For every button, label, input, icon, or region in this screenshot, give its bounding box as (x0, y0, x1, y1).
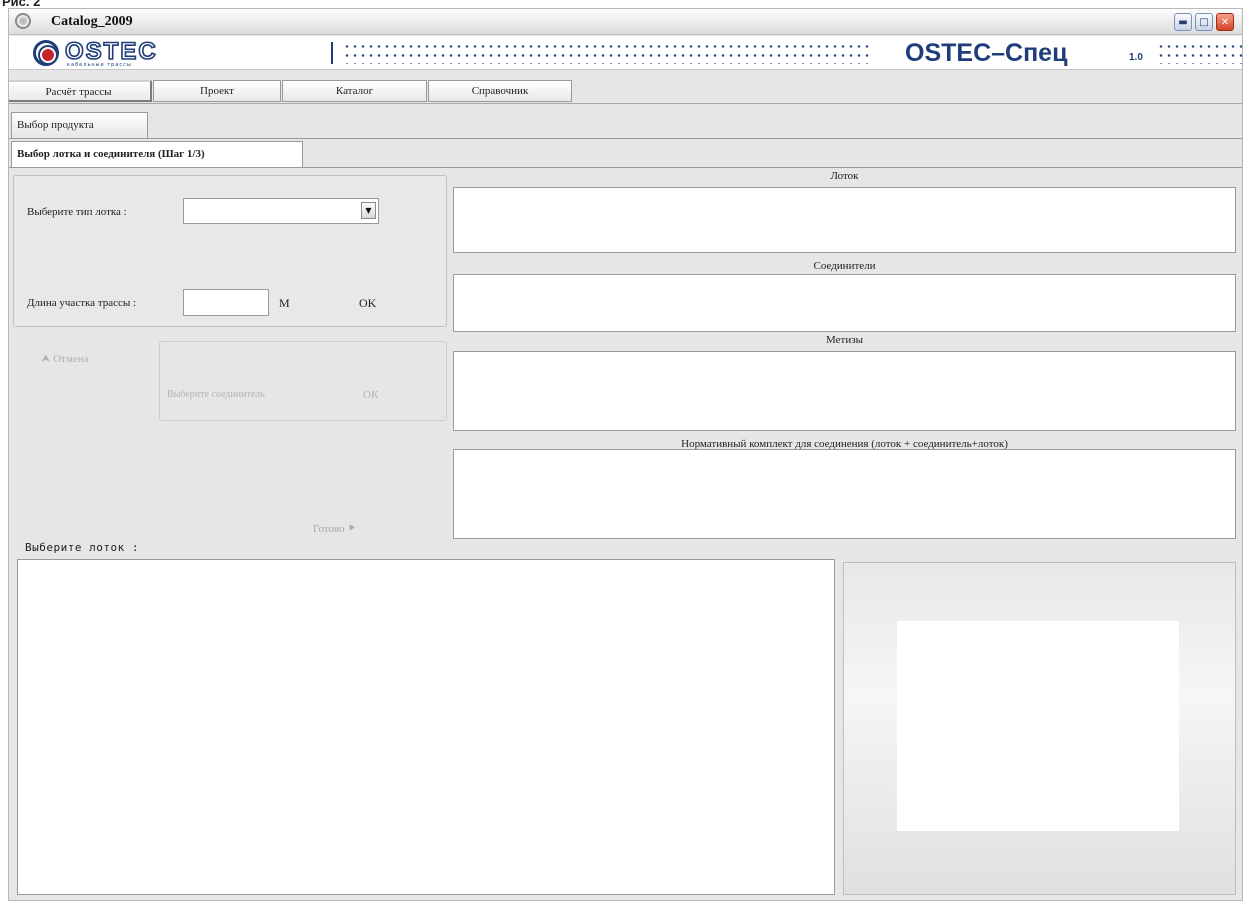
connector-label: Выберите соединитель (167, 389, 265, 400)
dot-pattern-left (343, 42, 873, 64)
chevron-down-icon[interactable]: ▼ (361, 202, 376, 219)
maximize-button[interactable]: □ (1195, 13, 1213, 31)
fasteners-panel (453, 351, 1236, 431)
route-length-input[interactable] (183, 289, 269, 316)
tray-type-select[interactable] (183, 198, 379, 224)
logo-icon (33, 40, 59, 66)
dot-pattern-right (1157, 42, 1242, 64)
title-bar: Catalog_2009 ▬ □ ✕ (9, 9, 1242, 35)
logo-banner: OSTEC кабельные трассы OSTEC–Спец 1.0 (9, 36, 1242, 70)
tab-project[interactable]: Проект (153, 80, 281, 102)
connectors-panel-caption: Соединители (813, 260, 876, 272)
standard-kit-panel (453, 449, 1236, 539)
tab-row-divider (9, 103, 1242, 104)
logo-subtitle: кабельные трассы (67, 62, 132, 68)
subtab-row-divider (9, 138, 1242, 139)
app-icon (15, 13, 31, 29)
tray-preview-image (897, 621, 1179, 831)
minimize-button[interactable]: ▬ (1174, 13, 1192, 31)
tab-route-calculation[interactable]: Расчёт трассы (9, 80, 152, 102)
tab-catalog[interactable]: Каталог (282, 80, 427, 102)
fasteners-panel-caption: Метизы (826, 334, 863, 346)
close-button[interactable]: ✕ (1216, 13, 1234, 31)
app-window: Catalog_2009 ▬ □ ✕ OSTEC кабельные трасс… (8, 8, 1243, 901)
select-tray-label: Выберите лоток : (25, 541, 139, 554)
connector-ok-button[interactable]: OK (363, 389, 379, 401)
tab-reference[interactable]: Справочник (428, 80, 572, 102)
done-button[interactable]: Готово ⯈ (313, 523, 356, 536)
product-version: 1.0 (1129, 52, 1143, 63)
step-row-divider (9, 167, 1242, 168)
connectors-panel (453, 274, 1236, 332)
tray-list[interactable] (17, 559, 835, 895)
product-title: OSTEC–Спец (905, 39, 1068, 67)
tray-type-label: Выберите тип лотка : (27, 206, 127, 218)
ok-button[interactable]: OK (359, 296, 376, 311)
cancel-button[interactable]: ⮝ Отмена (41, 353, 88, 366)
length-unit-label: М (279, 296, 290, 310)
tray-panel-caption: Лоток (830, 170, 859, 182)
route-length-label: Длина участка трассы : (27, 297, 137, 309)
tab-step-1[interactable]: Выбор лотка и соединителя (Шаг 1/3) (11, 141, 303, 167)
connector-selection-group (159, 341, 447, 421)
banner-divider (331, 42, 333, 64)
tray-panel (453, 187, 1236, 253)
window-title: Catalog_2009 (51, 14, 133, 29)
tab-product-selection[interactable]: Выбор продукта (11, 112, 148, 138)
